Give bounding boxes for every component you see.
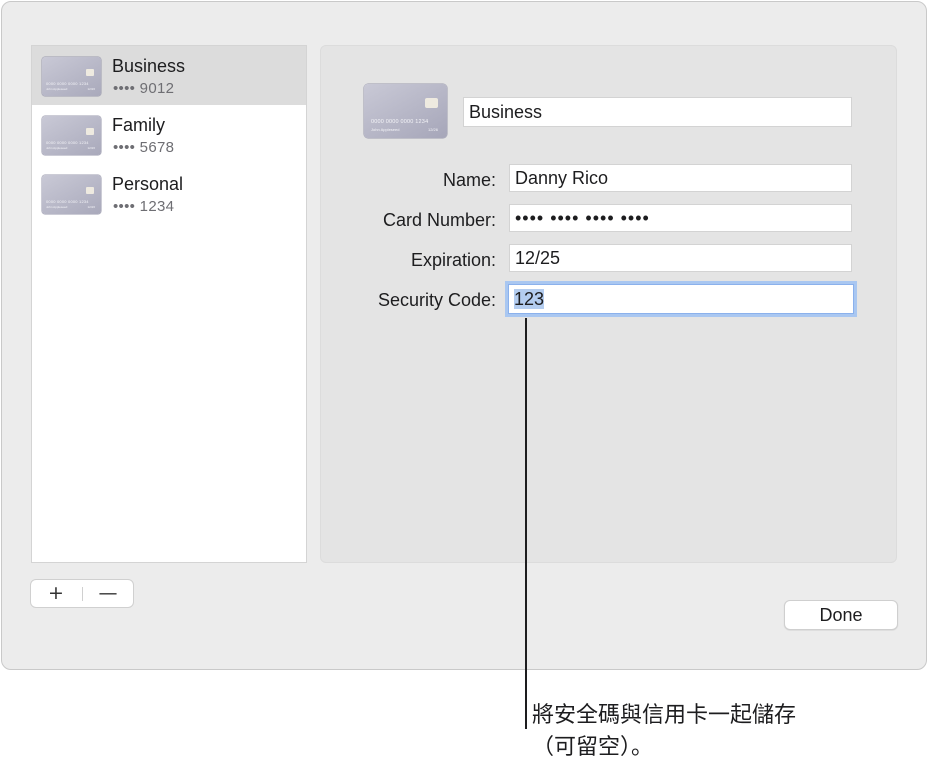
card-list-item-masked-number: •••• 9012 [113, 80, 175, 97]
card-chip-icon [86, 128, 94, 135]
add-remove-control: + — [30, 579, 134, 608]
card-art-expiry: 12/26 [427, 127, 438, 132]
card-list: 0000 0000 0000 1234 John Appleseed 12/26… [31, 45, 307, 563]
remove-card-button[interactable]: — [83, 580, 133, 607]
card-art-number: 0000 0000 0000 1234 [46, 140, 89, 145]
card-chip-icon [86, 187, 94, 194]
card-chip-icon [425, 98, 438, 108]
card-art-expiry: 12/26 [87, 87, 95, 91]
callout-line [525, 318, 527, 729]
card-art-number: 0000 0000 0000 1234 [371, 119, 429, 125]
card-thumbnail: 0000 0000 0000 1234 John Appleseed 12/26 [42, 175, 101, 214]
card-detail-image: 0000 0000 0000 1234 John Appleseed 12/26 [364, 84, 447, 138]
card-art-holder: John Appleseed [46, 205, 68, 209]
callout-text: 將安全碼與信用卡一起儲存（可留空）。 [532, 703, 797, 760]
card-list-item-name: Business [112, 56, 186, 76]
card-list-item-name: Personal [112, 174, 184, 194]
card-art-holder: John Appleseed [46, 146, 68, 150]
expiration-label: Expiration: [410, 250, 496, 270]
card-list-item-business[interactable]: 0000 0000 0000 1234 John Appleseed 12/26… [32, 46, 306, 105]
card-number-label: Card Number: [382, 210, 496, 230]
security-code-label: Security Code: [377, 290, 496, 310]
security-code-selected-text: 123 [514, 289, 545, 309]
card-list-item-personal[interactable]: 0000 0000 0000 1234 John Appleseed 12/26… [32, 164, 306, 223]
card-list-item-family[interactable]: 0000 0000 0000 1234 John Appleseed 12/26… [32, 105, 306, 164]
done-button[interactable]: Done [784, 600, 898, 630]
security-code-field[interactable]: 123 [508, 284, 854, 314]
card-chip-icon [86, 69, 94, 76]
card-thumbnail: 0000 0000 0000 1234 John Appleseed 12/26 [42, 57, 101, 96]
card-number-field[interactable]: •••• •••• •••• •••• [509, 204, 852, 232]
card-art-expiry: 12/26 [87, 205, 95, 209]
add-card-button[interactable]: + [31, 580, 81, 607]
card-art-number: 0000 0000 0000 1234 [46, 81, 89, 86]
name-label: Name: [442, 170, 496, 190]
card-art-expiry: 12/26 [87, 146, 95, 150]
card-list-item-masked-number: •••• 1234 [113, 198, 175, 215]
card-thumbnail: 0000 0000 0000 1234 John Appleseed 12/26 [42, 116, 101, 155]
expiration-field[interactable]: 12/25 [509, 244, 852, 272]
card-list-item-name: Family [112, 115, 165, 135]
card-description-field[interactable]: Business [463, 97, 852, 127]
card-art-holder: John Appleseed [46, 87, 68, 91]
card-list-item-masked-number: •••• 5678 [113, 139, 175, 156]
card-art-number: 0000 0000 0000 1234 [46, 199, 89, 204]
name-field[interactable]: Danny Rico [509, 164, 852, 192]
card-art-holder: John Appleseed [371, 127, 400, 132]
